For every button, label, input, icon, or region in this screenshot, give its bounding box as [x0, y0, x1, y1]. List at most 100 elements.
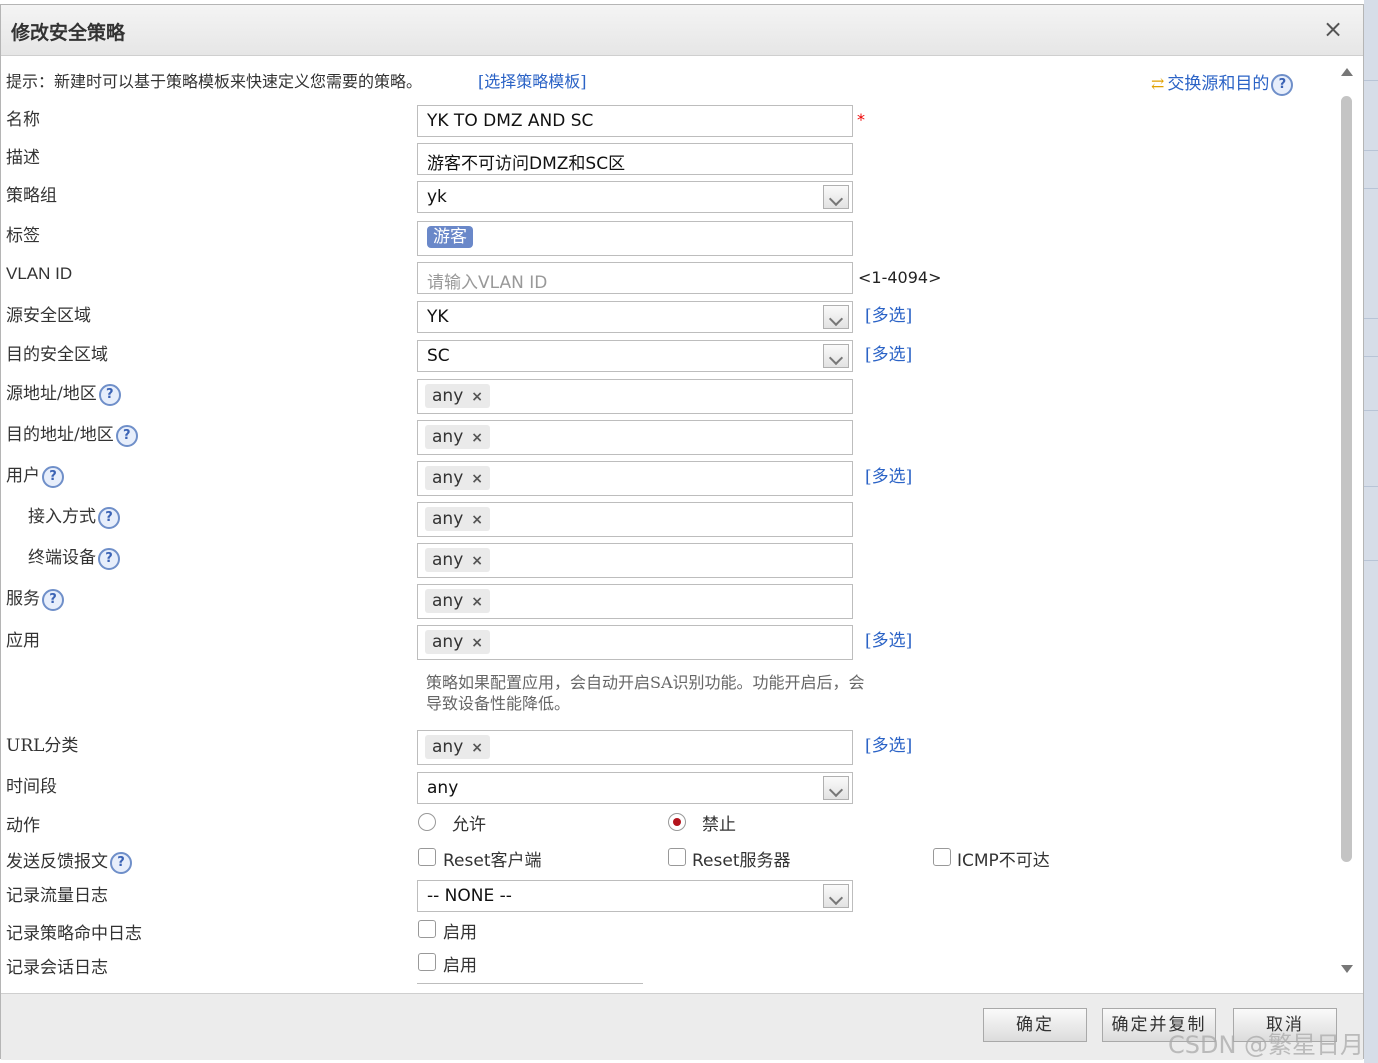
remove-chip-icon[interactable]: × [471, 740, 483, 756]
chip-label: any [432, 737, 464, 757]
service-input[interactable]: any × [417, 584, 853, 619]
remove-chip-icon[interactable]: × [471, 594, 483, 610]
service-chip: any × [425, 589, 490, 613]
service-label-text: 服务 [6, 589, 40, 609]
app-input[interactable]: any × [417, 625, 853, 660]
remove-chip-icon[interactable]: × [471, 512, 483, 528]
url-multi-link[interactable]: [多选] [865, 731, 912, 756]
dst-zone-multi-link[interactable]: [多选] [865, 340, 912, 365]
vlan-range: <1-4094> [858, 268, 942, 287]
allow-label: 允许 [452, 815, 486, 835]
url-chip: any × [425, 735, 490, 759]
traffic-log-select[interactable]: -- NONE -- [417, 880, 853, 912]
hit-log-label: 记录策略命中日志 [6, 924, 142, 944]
name-input[interactable]: YK TO DMZ AND SC [417, 105, 853, 137]
chip-label: any [432, 468, 464, 488]
src-addr-input[interactable]: any × [417, 379, 853, 414]
chevron-down-icon[interactable] [823, 305, 849, 329]
swap-src-dst-link[interactable]: ⇄ 交换源和目的? [1151, 69, 1294, 96]
icmp-unreachable-label: ICMP不可达 [957, 851, 1050, 871]
session-log-checkbox[interactable] [418, 953, 436, 971]
traffic-log-label: 记录流量日志 [6, 886, 108, 906]
background-divider [1364, 188, 1378, 189]
help-icon[interactable]: ? [98, 383, 121, 406]
chip-label: any [432, 591, 464, 611]
swap-arrows-icon: ⇄ [1151, 74, 1165, 93]
help-icon[interactable]: ? [115, 424, 138, 447]
dst-zone-select[interactable]: SC [417, 340, 853, 372]
chevron-down-icon[interactable] [823, 344, 849, 368]
terminal-chip: any × [425, 548, 490, 572]
dst-addr-input[interactable]: any × [417, 420, 853, 455]
chevron-down-icon[interactable] [823, 776, 849, 800]
remove-chip-icon[interactable]: × [471, 430, 483, 446]
session-log-label: 记录会话日志 [6, 958, 108, 978]
group-value: yk [427, 187, 447, 207]
deny-radio[interactable] [668, 813, 686, 831]
help-icon[interactable]: ? [42, 465, 64, 488]
ok-button[interactable]: 确定 [983, 1008, 1087, 1042]
select-template-link[interactable]: [选择策略模板] [478, 68, 587, 92]
group-select[interactable]: yk [417, 181, 853, 213]
chevron-down-icon[interactable] [823, 185, 849, 209]
background-divider [1364, 150, 1378, 151]
src-zone-label: 源安全区域 [6, 306, 91, 326]
swap-label: 交换源和目的 [1167, 74, 1270, 94]
url-input[interactable]: any × [417, 730, 853, 765]
user-input[interactable]: any × [417, 461, 853, 496]
chip-label: any [432, 550, 464, 570]
reset-server-checkbox[interactable] [668, 848, 686, 866]
help-icon[interactable]: ? [98, 506, 120, 529]
background-divider [1364, 486, 1378, 487]
chip-label: any [432, 509, 464, 529]
user-chip: any × [425, 466, 490, 490]
tag-input[interactable]: 游客 [417, 221, 853, 256]
chip-label: any [432, 632, 464, 652]
scrollbar-thumb[interactable] [1341, 96, 1352, 862]
chevron-down-icon[interactable] [823, 884, 849, 908]
icmp-unreachable-checkbox[interactable] [933, 848, 951, 866]
scroll-up-icon[interactable] [1341, 68, 1353, 76]
remove-chip-icon[interactable]: × [471, 389, 483, 405]
dst-zone-label: 目的安全区域 [6, 345, 108, 365]
remove-chip-icon[interactable]: × [471, 553, 483, 569]
app-multi-link[interactable]: [多选] [865, 626, 912, 651]
user-multi-link[interactable]: [多选] [865, 462, 912, 487]
app-chip: any × [425, 630, 490, 654]
help-icon[interactable]: ? [110, 851, 132, 874]
help-icon[interactable]: ? [42, 588, 64, 611]
allow-radio[interactable] [418, 813, 436, 831]
background-window-edge [1364, 0, 1378, 1063]
feedback-label-text: 发送反馈报文 [6, 852, 108, 872]
time-label: 时间段 [6, 777, 57, 797]
access-input[interactable]: any × [417, 502, 853, 537]
tag-label: 标签 [6, 226, 40, 246]
close-icon[interactable]: × [1323, 15, 1343, 43]
tag-chip[interactable]: 游客 [427, 226, 473, 248]
terminal-input[interactable]: any × [417, 543, 853, 578]
scroll-down-icon[interactable] [1341, 965, 1353, 973]
src-zone-multi-link[interactable]: [多选] [865, 301, 912, 326]
desc-input[interactable]: 游客不可访问DMZ和SC区 [417, 143, 853, 175]
remove-chip-icon[interactable]: × [471, 635, 483, 651]
action-label: 动作 [6, 816, 40, 836]
access-label: 接入方式? [28, 502, 120, 529]
background-divider [1364, 560, 1378, 561]
vlan-input[interactable]: 请输入VLAN ID [417, 262, 853, 294]
hit-log-checkbox[interactable] [418, 920, 436, 938]
time-select[interactable]: any [417, 772, 853, 804]
vlan-placeholder: 请输入VLAN ID [427, 273, 548, 293]
name-value: YK TO DMZ AND SC [427, 111, 594, 131]
reset-client-checkbox[interactable] [418, 848, 436, 866]
background-divider [1364, 410, 1378, 411]
time-value: any [427, 778, 459, 798]
remove-chip-icon[interactable]: × [471, 471, 483, 487]
help-icon[interactable]: ? [98, 547, 120, 570]
vlan-label: VLAN ID [6, 264, 73, 283]
src-zone-select[interactable]: YK [417, 301, 853, 333]
help-icon[interactable]: ? [1271, 73, 1294, 96]
access-chip: any × [425, 507, 490, 531]
dst-addr-label-text: 目的地址/地区 [6, 425, 114, 445]
dst-addr-label: 目的地址/地区? [6, 420, 138, 447]
content-scrollbar[interactable] [1338, 60, 1356, 990]
